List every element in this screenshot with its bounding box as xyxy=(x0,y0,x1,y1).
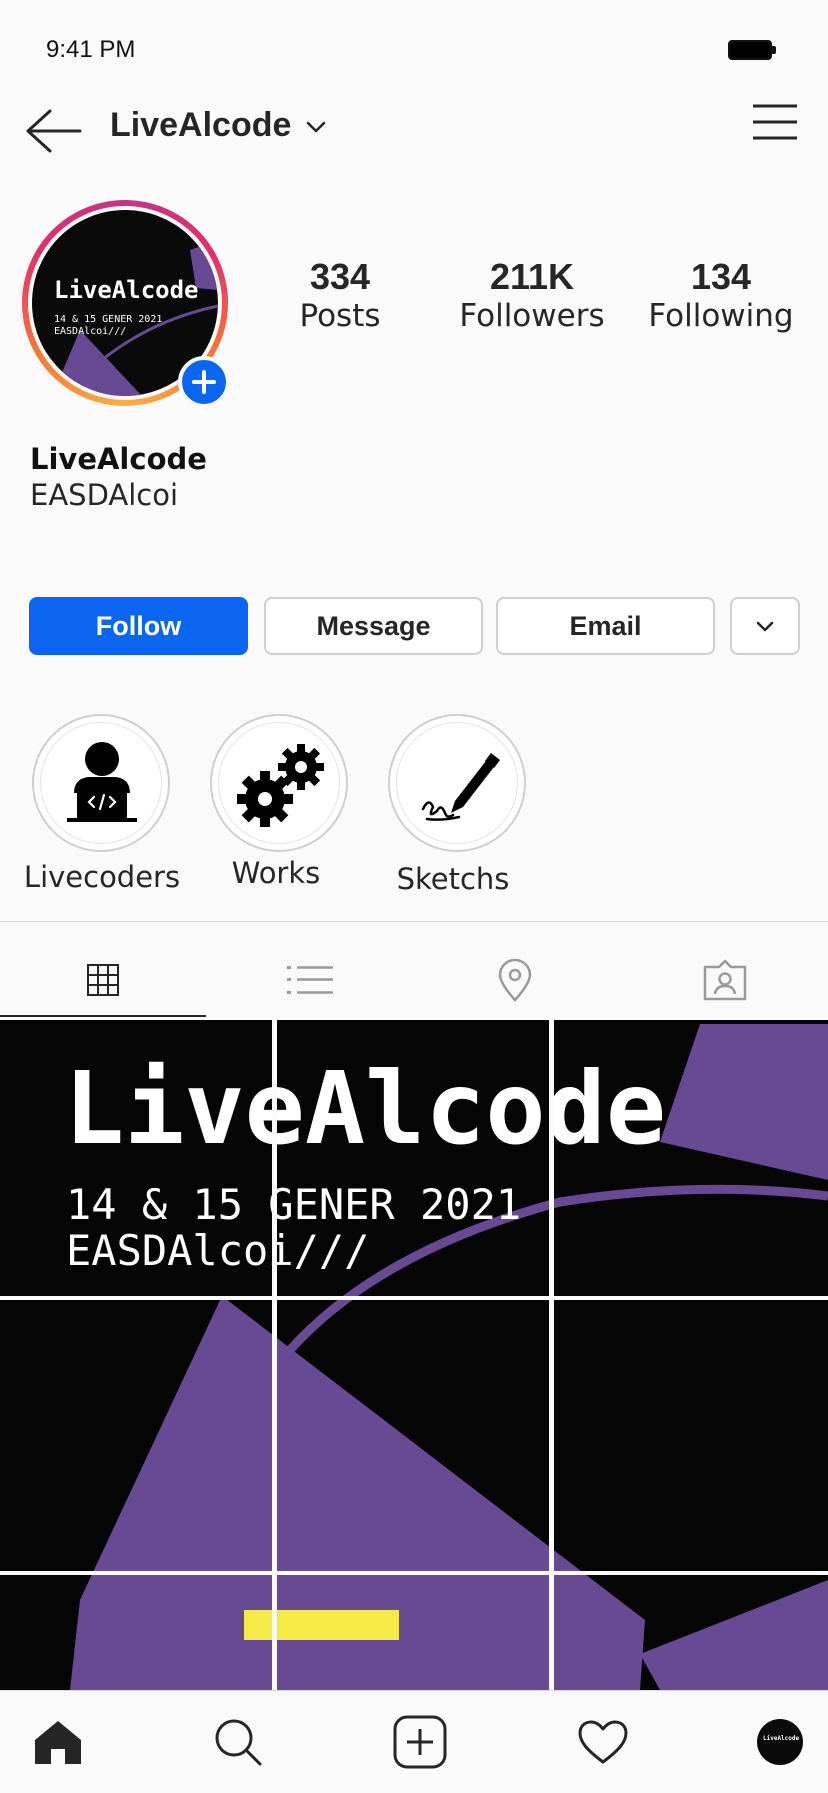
tagged-person-icon xyxy=(703,959,747,1001)
new-post-icon xyxy=(393,1715,447,1769)
section-divider xyxy=(0,921,828,922)
pen-sketch-icon xyxy=(421,753,500,821)
profile-bio: EASDAlcoi xyxy=(30,478,179,512)
stat-followers[interactable]: 211K Followers xyxy=(442,256,622,334)
message-button[interactable]: Message xyxy=(264,597,483,655)
stat-following[interactable]: 134 Following xyxy=(631,256,811,334)
profile-name: LiveAlcode xyxy=(30,442,207,476)
stat-label: Following xyxy=(648,298,794,334)
highlight-label: Works xyxy=(231,856,321,890)
chevron-down-icon[interactable] xyxy=(305,116,327,138)
nav-profile[interactable]: LiveAlcode xyxy=(730,1691,828,1793)
grid-post[interactable] xyxy=(277,1300,549,1571)
activity-heart-icon xyxy=(578,1720,628,1764)
avatar-subtitle: 14 & 15 GENER 2021 EASDAlcoi/// xyxy=(54,314,162,338)
tab-list[interactable] xyxy=(207,940,413,1020)
grid-post[interactable] xyxy=(0,1300,272,1571)
tab-tagged[interactable] xyxy=(622,940,828,1020)
stat-label: Posts xyxy=(299,298,381,334)
nav-activity[interactable] xyxy=(553,1691,653,1793)
status-time: 9:41 PM xyxy=(46,36,136,63)
grid-post[interactable] xyxy=(277,1575,549,1690)
active-tab-indicator xyxy=(0,1015,206,1017)
highlight-livecoders[interactable] xyxy=(32,714,170,852)
highlight-works[interactable] xyxy=(210,714,348,852)
profile-avatar-small: LiveAlcode xyxy=(757,1719,803,1765)
back-button[interactable] xyxy=(22,106,84,156)
grid-post[interactable] xyxy=(554,1575,828,1690)
post-grid: LiveAlcode 14 & 15 GENER 2021 EASDAlcoi//… xyxy=(0,1020,828,1690)
location-pin-icon xyxy=(498,958,532,1002)
battery-icon xyxy=(728,40,776,62)
search-icon xyxy=(215,1719,262,1766)
grid-post[interactable] xyxy=(0,1020,272,1296)
header-username[interactable]: LiveAlcode xyxy=(110,106,291,145)
highlight-label: Sketchs xyxy=(396,862,510,896)
grid-post[interactable] xyxy=(554,1300,828,1571)
grid-post[interactable] xyxy=(0,1575,272,1690)
chevron-down-icon xyxy=(756,621,774,632)
gears-icon xyxy=(237,744,324,827)
nav-home[interactable] xyxy=(8,1691,108,1793)
coder-laptop-icon xyxy=(67,742,137,822)
stat-value: 134 xyxy=(690,256,752,297)
grid-icon xyxy=(87,964,119,996)
grid-post[interactable] xyxy=(554,1020,828,1296)
avatar-subtitle-line2: EASDAlcoi/// xyxy=(54,326,127,337)
tab-location[interactable] xyxy=(412,940,618,1020)
stat-value: 334 xyxy=(309,256,371,297)
highlight-label: Livecoders xyxy=(23,860,181,894)
nav-avatar-text: LiveAlcode xyxy=(763,1735,800,1742)
suggested-accounts-button[interactable] xyxy=(730,597,800,655)
stat-value: 211K xyxy=(489,256,575,297)
grid-post[interactable] xyxy=(277,1020,549,1296)
hamburger-menu-icon[interactable] xyxy=(750,100,800,144)
nav-new-post[interactable] xyxy=(370,1691,470,1793)
nav-search[interactable] xyxy=(188,1691,288,1793)
email-button[interactable]: Email xyxy=(496,597,715,655)
avatar-subtitle-line1: 14 & 15 GENER 2021 xyxy=(54,314,163,325)
stat-label: Followers xyxy=(459,298,605,334)
follow-button[interactable]: Follow xyxy=(29,597,248,655)
home-icon xyxy=(35,1721,81,1764)
add-story-plus-icon[interactable] xyxy=(178,356,230,408)
highlight-sketchs[interactable] xyxy=(388,714,526,852)
avatar-title: LiveAlcode xyxy=(54,276,199,304)
bottom-nav: LiveAlcode xyxy=(0,1690,828,1793)
list-icon xyxy=(287,966,333,994)
arrow-left-icon xyxy=(26,109,82,153)
stat-posts[interactable]: 334 Posts xyxy=(250,256,430,334)
tab-grid[interactable] xyxy=(0,940,206,1020)
